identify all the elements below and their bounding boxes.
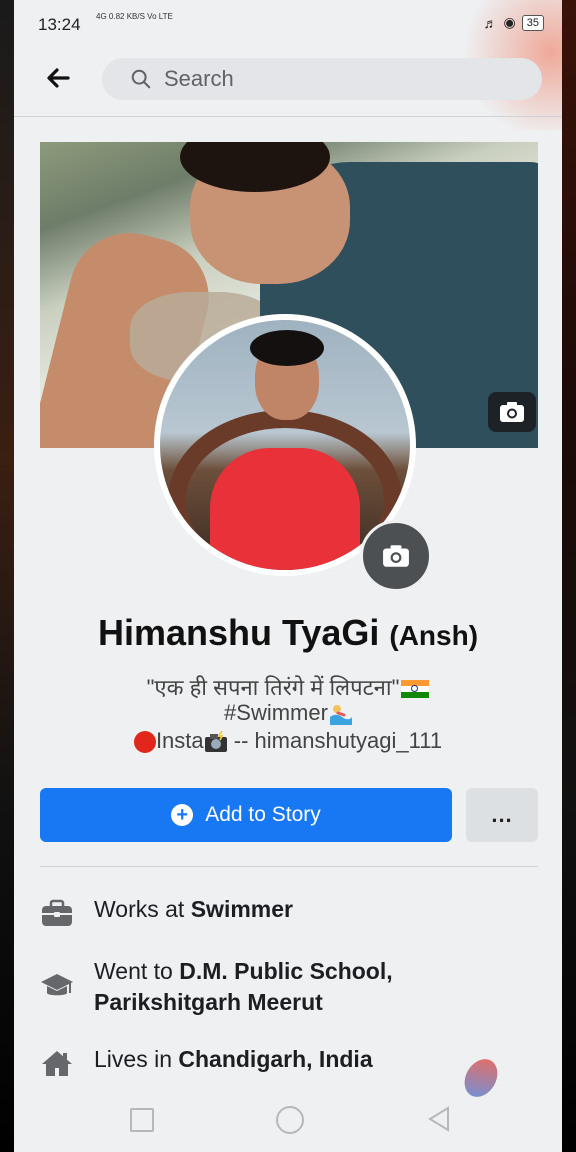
more-options-button[interactable]: ...: [466, 788, 538, 842]
network-type: 4G: [96, 12, 107, 21]
top-navigation: Search: [14, 52, 562, 114]
home-icon: [42, 1051, 72, 1076]
back-triangle-icon[interactable]: [424, 1104, 454, 1134]
left-screen-edge: [0, 0, 14, 1152]
mute-icon: ♬: [483, 14, 498, 31]
status-icons: ♬ ◉ 35: [484, 14, 544, 31]
india-flag-icon: [401, 680, 430, 699]
right-screen-edge: [562, 0, 576, 1152]
bio-insta-handle: -- himanshutyagi_111: [227, 728, 443, 753]
avatar-photo-shirt: [210, 448, 360, 570]
briefcase-icon: [42, 899, 72, 926]
bio-line-3: Insta -- himanshutyagi_111: [14, 728, 562, 754]
profile-name: Himanshu TyaGi (Ansh): [14, 612, 562, 654]
lives-prefix: Lives in: [94, 1046, 179, 1072]
swimmer-icon: [329, 705, 352, 726]
detail-lives: Lives in Chandigarh, India: [40, 1046, 540, 1078]
battery-indicator: 35: [521, 14, 544, 31]
status-time: 13:24: [38, 15, 81, 34]
education-text: Went to D.M. Public School, Parikshitgarh…: [94, 956, 393, 1018]
work-place[interactable]: Swimmer: [191, 896, 293, 922]
detail-work: Works at Swimmer: [40, 896, 540, 928]
lives-text: Lives in Chandigarh, India: [94, 1046, 373, 1073]
search-bar[interactable]: Search: [102, 58, 542, 100]
red-circle-icon: [133, 731, 156, 754]
search-icon: [130, 68, 152, 90]
bio-quote: "एक ही सपना तिरंगे में लिपटना": [146, 675, 400, 700]
plus-circle-icon: +: [171, 804, 194, 826]
profile-nickname: (Ansh): [389, 620, 479, 651]
system-navigation-bar: [14, 1084, 562, 1152]
education-place[interactable]: D.M. Public School,: [179, 958, 392, 984]
status-bar: 13:24 4G 0.82 KB/S Vo LTE ♬ ◉ 35: [14, 0, 562, 52]
search-placeholder: Search: [164, 66, 234, 91]
profile-full-name: Himanshu TyaGi: [97, 612, 380, 653]
avatar-camera-icon[interactable]: [360, 520, 432, 592]
bio-line-1: "एक ही सपना तिरंगे में लिपटना": [14, 672, 562, 702]
detail-education: Went to D.M. Public School, Parikshitgarh…: [40, 956, 540, 1018]
phone-screen: 13:24 4G 0.82 KB/S Vo LTE ♬ ◉ 35 Search: [14, 0, 562, 1152]
back-arrow-icon[interactable]: [40, 62, 76, 98]
work-text: Works at Swimmer: [94, 896, 293, 923]
add-to-story-label: Add to Story: [205, 803, 321, 826]
bio-insta-label: Insta: [155, 728, 204, 753]
education-place-line2[interactable]: Parikshitgarh Meerut: [94, 989, 323, 1015]
bio-hashtag: #Swimmer: [224, 700, 328, 725]
education-prefix: Went to: [94, 958, 180, 984]
header-divider: [14, 116, 562, 117]
graduation-cap-icon: [41, 974, 73, 996]
network-speed: 0.82 KB/S: [108, 12, 145, 21]
recent-apps-icon[interactable]: [130, 1108, 154, 1132]
network-indicator: 4G 0.82 KB/S Vo LTE: [96, 13, 173, 21]
lives-place[interactable]: Chandigarh, India: [178, 1046, 372, 1072]
carrier-label: Vo LTE: [147, 12, 173, 21]
camera-flash-icon: [204, 731, 227, 753]
home-button-icon[interactable]: [276, 1106, 304, 1134]
avatar-photo-hair: [250, 330, 324, 366]
data-saver-icon: ◉: [503, 14, 516, 30]
add-to-story-button[interactable]: + Add to Story: [40, 788, 452, 842]
cover-camera-icon[interactable]: [488, 392, 536, 432]
more-options-label: ...: [491, 802, 513, 827]
bio-line-2: #Swimmer: [14, 700, 562, 726]
actions-divider: [40, 866, 538, 867]
work-prefix: Works at: [94, 896, 191, 922]
back-arrow-glyph: [47, 68, 70, 88]
